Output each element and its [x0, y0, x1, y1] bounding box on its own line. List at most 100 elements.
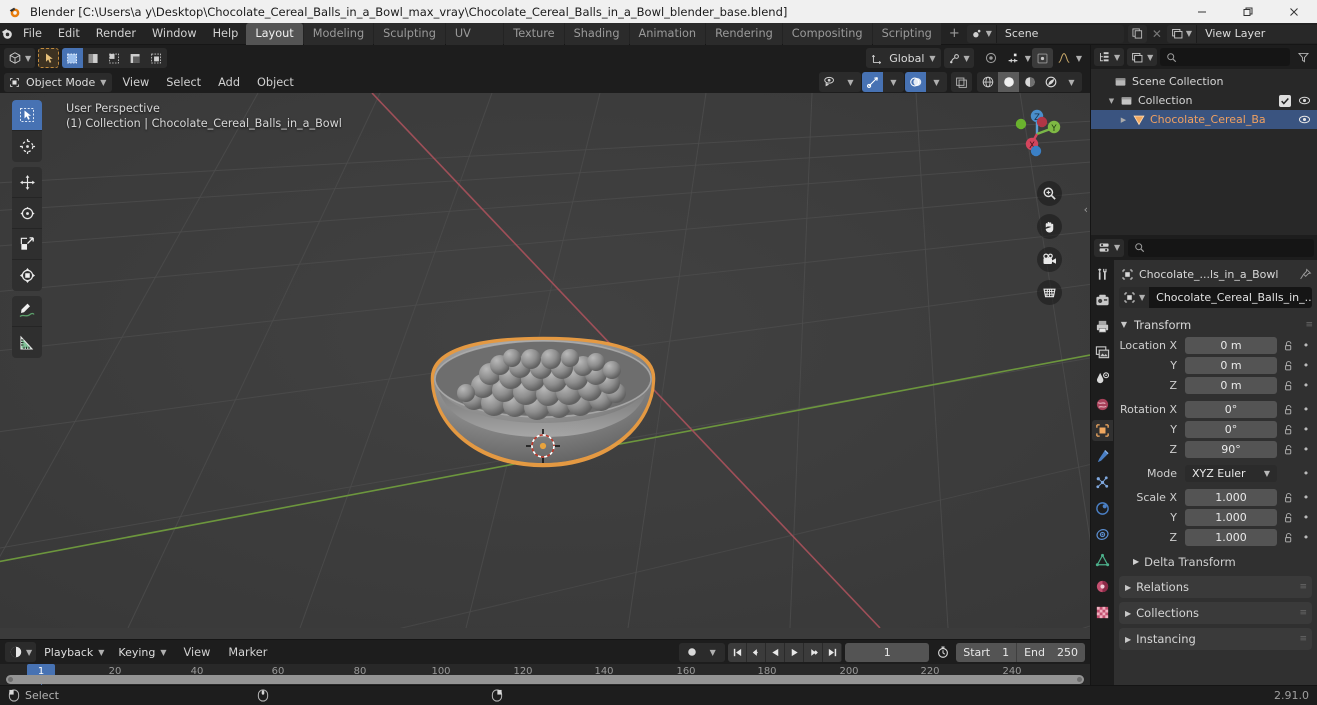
animate-property-dot[interactable]: • [1300, 423, 1312, 436]
gizmos-toggle-icon[interactable] [862, 72, 883, 92]
prop-value-field[interactable]: 1.000 [1185, 529, 1277, 546]
ortho-persp-icon[interactable] [1037, 280, 1062, 305]
play-reverse-button[interactable] [766, 642, 786, 662]
outliner-editor-type-selector[interactable]: ▼ [1094, 48, 1125, 66]
view-layer-selector[interactable]: ▼ View Layer [1166, 24, 1317, 43]
lock-icon[interactable] [1281, 380, 1296, 392]
shading-rendered-button[interactable] [1040, 72, 1061, 92]
object-visibility-dropdown[interactable]: ▼ [819, 72, 861, 92]
workspace-tab-compositing[interactable]: Compositing [782, 22, 872, 45]
topbar-blender-icon[interactable] [0, 26, 15, 41]
snap-magnet-button[interactable] [1003, 48, 1024, 68]
menu-help[interactable]: Help [205, 24, 247, 43]
view-layer-name-field[interactable]: View Layer [1196, 24, 1317, 43]
properties-tab-physics[interactable] [1092, 498, 1113, 519]
timeline-editor-type-selector[interactable]: ▼ [5, 642, 37, 662]
properties-tab-constraints[interactable] [1092, 524, 1113, 545]
object-mode-selector[interactable]: Object Mode ▼ [4, 72, 113, 92]
viewport-menu-add[interactable]: Add [211, 73, 247, 92]
menu-window[interactable]: Window [144, 24, 205, 43]
proportional-edit-button[interactable] [981, 48, 1002, 68]
pivot-point-selector[interactable]: ▼ [943, 48, 974, 68]
timeline-ruler[interactable]: 20 40 60 80 100 120 140 160 180 200 220 … [0, 664, 1090, 685]
window-close-button[interactable] [1271, 0, 1317, 23]
timeline-horizontal-scrollbar[interactable] [6, 675, 1084, 684]
transform-tool[interactable] [12, 260, 42, 291]
add-workspace-button[interactable]: + [942, 23, 967, 45]
play-button[interactable] [785, 642, 805, 662]
current-frame-field[interactable]: 1 [845, 642, 930, 662]
workspace-tab-rendering[interactable]: Rendering [706, 22, 782, 45]
timeline-menu-playback[interactable]: Playback ▼ [40, 643, 110, 662]
prop-value-field[interactable]: 0 m [1185, 357, 1277, 374]
properties-tab-object[interactable] [1092, 420, 1113, 441]
shading-wireframe-button[interactable] [977, 72, 998, 92]
animate-property-dot[interactable]: • [1300, 443, 1312, 456]
properties-search-input[interactable] [1128, 238, 1314, 257]
select-extend-button[interactable] [83, 48, 104, 68]
menu-file[interactable]: File [15, 24, 50, 43]
rotation-mode-dropdown[interactable]: XYZ Euler ▼ [1185, 465, 1277, 482]
properties-tab-render[interactable] [1092, 290, 1113, 311]
prop-value-field[interactable]: 1.000 [1185, 509, 1277, 526]
prop-value-field[interactable]: 0° [1185, 401, 1277, 418]
timeline-menu-view[interactable]: View [177, 643, 218, 662]
outliner-row-scene-collection[interactable]: Scene Collection [1091, 72, 1317, 91]
workspace-tab-sculpting[interactable]: Sculpting [374, 22, 445, 45]
animate-property-dot[interactable]: • [1300, 467, 1312, 480]
zoom-icon[interactable] [1037, 181, 1062, 206]
animate-property-dot[interactable]: • [1300, 531, 1312, 544]
cursor-tool[interactable] [12, 131, 42, 162]
pin-icon[interactable] [1299, 267, 1312, 281]
scene-name-field[interactable]: Scene [995, 24, 1124, 43]
lock-icon[interactable] [1281, 532, 1296, 544]
overlays-toggle-dropdown[interactable]: ▼ [905, 72, 947, 92]
viewport-menu-object[interactable]: Object [250, 73, 301, 92]
object-datablock-icon[interactable]: ▼ [1119, 287, 1150, 308]
shading-material-preview-button[interactable] [1019, 72, 1040, 92]
collection-checkbox[interactable] [1279, 94, 1291, 107]
use-preview-range-icon[interactable] [932, 642, 953, 662]
prop-value-field[interactable]: 90° [1185, 441, 1277, 458]
panel-header-relations[interactable]: ▶ Relations ≡ [1119, 576, 1312, 598]
move-tool[interactable] [12, 167, 42, 198]
scene-new-button[interactable] [1127, 24, 1147, 43]
editor-type-selector[interactable]: ▼ [4, 48, 36, 68]
prop-value-field[interactable]: 0 m [1185, 377, 1277, 394]
view-axis-gizmo[interactable]: Z Y X [1006, 103, 1068, 165]
start-frame-field[interactable]: Start 1 [956, 643, 1016, 662]
lock-icon[interactable] [1281, 424, 1296, 436]
chevron-down-icon[interactable]: ▼ [702, 642, 723, 662]
lock-icon[interactable] [1281, 444, 1296, 456]
properties-tab-world[interactable] [1092, 394, 1113, 415]
panel-header-collections[interactable]: ▶ Collections ≡ [1119, 602, 1312, 624]
shading-solid-button[interactable] [998, 72, 1019, 92]
affect-origins-button[interactable] [1031, 48, 1053, 68]
tweak-select-tool[interactable] [12, 100, 42, 131]
lock-icon[interactable] [1281, 404, 1296, 416]
jump-to-next-keyframe-button[interactable] [804, 642, 824, 662]
eye-icon[interactable] [1298, 113, 1311, 126]
scene-unlink-button[interactable]: ✕ [1149, 27, 1165, 41]
prop-value-field[interactable]: 0° [1185, 421, 1277, 438]
animate-property-dot[interactable]: • [1300, 511, 1312, 524]
measure-tool[interactable] [12, 327, 42, 358]
workspace-tab-shading[interactable]: Shading [564, 22, 629, 45]
properties-editor-type-selector[interactable]: ▼ [1094, 238, 1125, 257]
lock-icon[interactable] [1281, 512, 1296, 524]
eye-icon[interactable] [1298, 94, 1311, 107]
panel-header-transform[interactable]: ▼ Transform ≡ [1119, 314, 1313, 335]
lock-icon[interactable] [1281, 492, 1296, 504]
outliner-search-input[interactable] [1160, 48, 1290, 66]
animate-property-dot[interactable]: • [1300, 339, 1312, 352]
workspace-tab-animation[interactable]: Animation [629, 22, 706, 45]
lock-icon[interactable] [1281, 360, 1296, 372]
workspace-tab-scripting[interactable]: Scripting [872, 22, 941, 45]
window-minimize-button[interactable] [1179, 0, 1225, 23]
tweak-tool-button[interactable] [38, 48, 60, 68]
workspace-tab-modeling[interactable]: Modeling [303, 22, 374, 45]
auto-keyframe-record-icon[interactable] [681, 642, 702, 662]
select-box-button[interactable] [62, 48, 84, 68]
panel-header-delta-transform[interactable]: ▶ Delta Transform [1119, 551, 1312, 572]
timeline-menu-keying[interactable]: Keying ▼ [114, 643, 172, 662]
